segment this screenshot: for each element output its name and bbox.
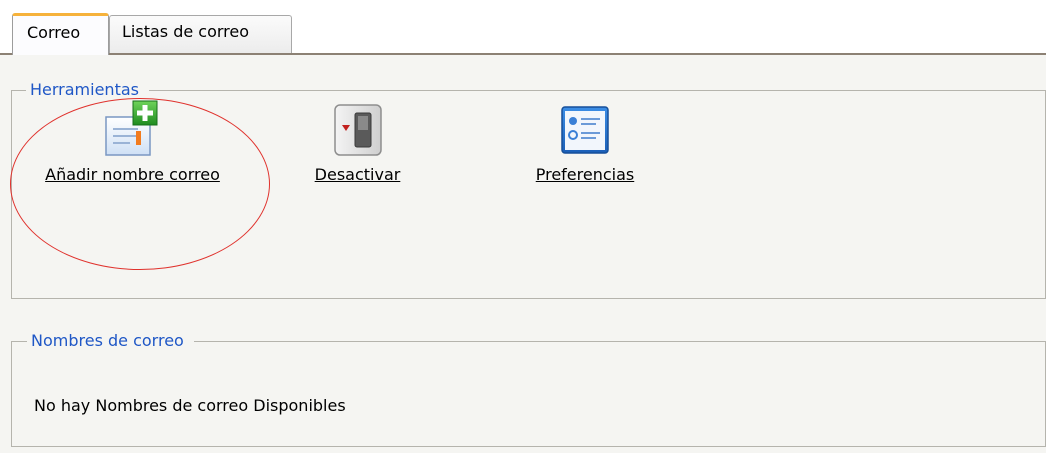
add-mail-name-button[interactable]: Añadir nombre correo	[25, 99, 240, 184]
deactivate-label: Desactivar	[314, 165, 401, 184]
preferences-icon	[561, 106, 609, 154]
deactivate-button[interactable]: Desactivar	[300, 99, 415, 184]
tab-listas-de-correo[interactable]: Listas de correo	[109, 15, 292, 53]
preferences-label: Preferencias	[535, 165, 635, 184]
tab-content: Herramientas Añadir nombre correo Desact…	[0, 55, 1046, 453]
add-mail-icon	[104, 100, 157, 156]
mail-names-fieldset: Nombres de correo No hay Nombres de corr…	[11, 330, 1046, 447]
tools-legend: Herramientas	[26, 79, 149, 101]
mail-panel: Correo Listas de correo Herramientas Aña…	[0, 0, 1046, 453]
empty-message: No hay Nombres de correo Disponibles	[34, 396, 346, 415]
preferences-button[interactable]: Preferencias	[515, 99, 655, 184]
tab-bar: Correo Listas de correo	[0, 0, 1046, 55]
toggle-switch-icon	[333, 104, 382, 156]
mail-names-legend: Nombres de correo	[27, 330, 194, 352]
tab-correo[interactable]: Correo	[12, 13, 109, 55]
add-mail-name-label: Añadir nombre correo	[45, 165, 220, 184]
